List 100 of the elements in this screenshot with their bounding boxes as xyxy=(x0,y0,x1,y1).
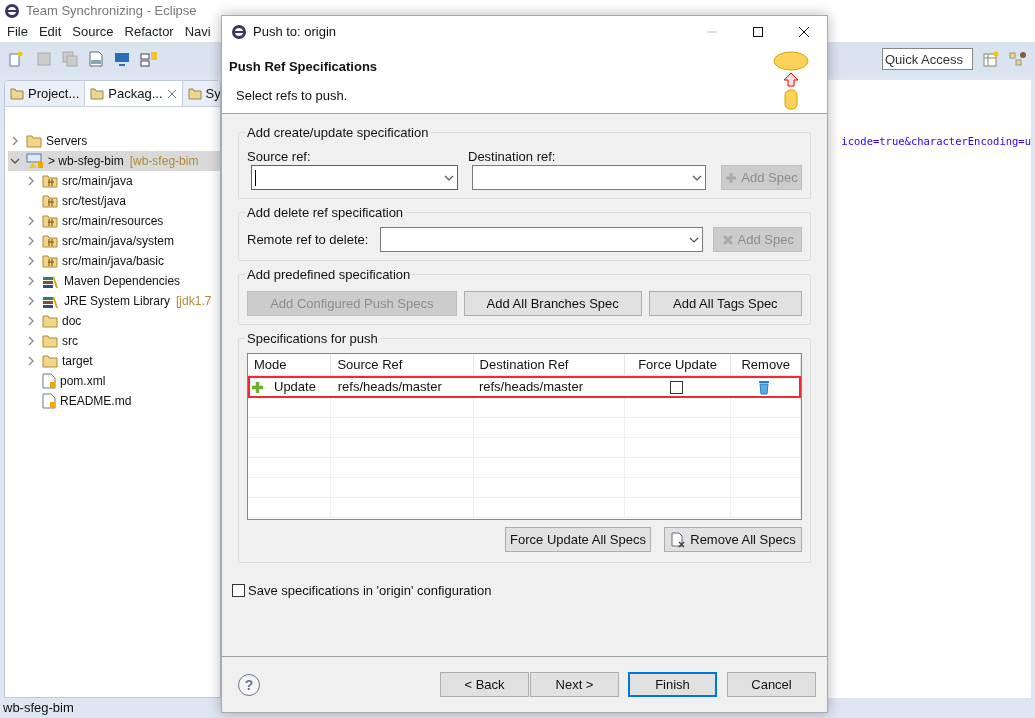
remote-ref-combo[interactable] xyxy=(380,227,704,252)
tree-item-label: Servers xyxy=(46,133,88,150)
menu-item[interactable]: File xyxy=(7,22,28,42)
page-subtitle: Select refs to push. xyxy=(235,86,349,105)
tree-item-label: > wb-sfeg-bim xyxy=(48,153,124,170)
tree-item-detail: [jdk1.7 xyxy=(176,293,212,310)
dropdown-caret-icon xyxy=(444,174,454,181)
window-title: Team Synchronizing - Eclipse xyxy=(26,2,197,21)
table-cell-text: refs/heads/master xyxy=(477,378,584,397)
tree-item[interactable]: doc xyxy=(8,311,220,331)
tree-item[interactable]: JRE System Library [jdk1.7 xyxy=(8,291,220,311)
menu-item[interactable]: Source xyxy=(72,22,114,42)
column-header[interactable]: Mode xyxy=(248,354,332,375)
eclipse-logo-icon xyxy=(231,23,247,40)
tree-item[interactable]: src/main/java xyxy=(8,171,220,191)
footer-button[interactable]: Cancel xyxy=(727,672,816,697)
package-folder-icon xyxy=(42,194,58,208)
menu-item[interactable]: Edit xyxy=(38,22,62,42)
tree-item-label: src/main/java xyxy=(62,173,133,190)
tree-item-label: src/main/java/basic xyxy=(62,253,165,270)
predefined-spec-button[interactable]: Add All Tags Spec xyxy=(648,291,802,316)
footer-button[interactable]: < Back xyxy=(440,672,529,697)
books-icon xyxy=(42,274,60,288)
dropdown-caret-icon xyxy=(692,174,702,181)
footer-button[interactable]: Finish xyxy=(628,672,717,697)
destination-ref-combo[interactable] xyxy=(472,165,706,190)
tree-item[interactable]: Maven Dependencies xyxy=(8,271,220,291)
plus-icon xyxy=(251,380,264,394)
predefined-spec-button[interactable]: Add All Branches Spec xyxy=(463,291,642,316)
menu-item[interactable]: Refactor xyxy=(124,22,174,42)
menu-item[interactable]: Navi xyxy=(184,22,211,42)
view-tab[interactable]: Project... xyxy=(5,81,85,106)
page-heading: Push Ref Specifications xyxy=(229,58,378,76)
field-label: Destination ref: xyxy=(468,148,557,165)
tree-item[interactable]: pom.xml xyxy=(8,371,220,391)
project-icon xyxy=(26,153,44,169)
force-update-all-button[interactable]: Force Update All Specs xyxy=(505,527,651,552)
package-folder-icon xyxy=(42,254,58,268)
column-header[interactable]: Source Ref xyxy=(331,354,474,375)
tree-item[interactable]: src/test/java xyxy=(8,191,220,211)
books-icon xyxy=(42,294,60,308)
save-specs-checkbox[interactable] xyxy=(232,584,245,598)
tree-item-label: src/main/java/system xyxy=(62,233,175,250)
view-tab[interactable]: Sy xyxy=(182,81,220,106)
tree-item-label: src/main/resources xyxy=(62,213,164,230)
folder-icon xyxy=(42,354,58,368)
quick-access-field[interactable]: Quick Access xyxy=(882,48,973,70)
tree-item-label: JRE System Library xyxy=(64,293,171,310)
source-ref-combo[interactable] xyxy=(251,165,458,190)
tree-item-label: README.md xyxy=(60,393,132,410)
tree-item[interactable]: src/main/java/system xyxy=(8,231,220,251)
tree-item-label: doc xyxy=(62,313,82,330)
table-row[interactable]: Update refs/heads/master refs/heads/master xyxy=(248,376,801,398)
column-header[interactable]: Remove xyxy=(731,354,801,375)
column-header[interactable]: Destination Ref xyxy=(473,354,625,375)
folder-icon xyxy=(42,314,58,328)
status-text: wb-sfeg-bim xyxy=(3,699,74,718)
tree-item[interactable]: > wb-sfeg-bim [wb-sfeg-bim xyxy=(8,151,220,171)
column-header[interactable]: Force Update xyxy=(624,354,732,375)
file-icon xyxy=(42,373,56,389)
hierarchy-icon[interactable] xyxy=(1009,51,1027,67)
tree-item[interactable]: src xyxy=(8,331,220,351)
tab-folder-icon xyxy=(90,86,105,101)
tree-item-label: pom.xml xyxy=(60,373,106,390)
help-button[interactable]: ? xyxy=(238,673,260,696)
view-tab[interactable]: Packag... xyxy=(84,81,183,106)
trash-icon[interactable] xyxy=(758,379,771,395)
tree-item[interactable]: Servers xyxy=(8,131,220,151)
tree-item-detail: [wb-sfeg-bim xyxy=(129,153,199,170)
field-label: Remote ref to delete: xyxy=(247,230,370,249)
tree-item[interactable]: src/main/java/basic xyxy=(8,251,220,271)
remove-all-button[interactable]: Remove All Specs xyxy=(664,527,802,552)
chevron-down-icon[interactable] xyxy=(8,156,22,166)
file-icon xyxy=(42,393,56,409)
close-icon[interactable] xyxy=(166,88,177,99)
folder-icon xyxy=(42,334,58,348)
document-remove-icon xyxy=(670,531,687,548)
tree-item[interactable]: target xyxy=(8,351,220,371)
tab-folder-icon xyxy=(10,86,24,101)
tree-item[interactable]: README.md xyxy=(8,391,220,411)
checkbox-label: Save specifications in 'origin' configuration xyxy=(248,582,492,600)
tree-item-label: src/test/java xyxy=(62,193,127,210)
tree-item[interactable]: src/main/resources xyxy=(8,211,220,231)
binary-file-icon[interactable] xyxy=(88,51,104,67)
package-folder-icon xyxy=(42,234,58,248)
field-label: Source ref: xyxy=(247,148,312,165)
dialog-title: Push to: origin xyxy=(253,22,337,41)
footer-button[interactable]: Next > xyxy=(530,672,619,697)
folder-icon xyxy=(26,134,42,148)
force-update-checkbox[interactable] xyxy=(670,380,684,394)
package-folder-icon xyxy=(42,214,58,228)
table-cell-text: refs/heads/master xyxy=(336,378,443,397)
tree-item-label: target xyxy=(62,353,93,370)
package-folder-icon xyxy=(42,174,58,188)
eclipse-logo-icon xyxy=(4,3,20,19)
cross-icon xyxy=(721,233,734,246)
monitor-icon[interactable] xyxy=(114,51,130,67)
dropdown-caret-icon xyxy=(689,236,700,243)
tree-item-label: Maven Dependencies xyxy=(64,273,181,290)
perspective-icon[interactable] xyxy=(983,51,999,67)
